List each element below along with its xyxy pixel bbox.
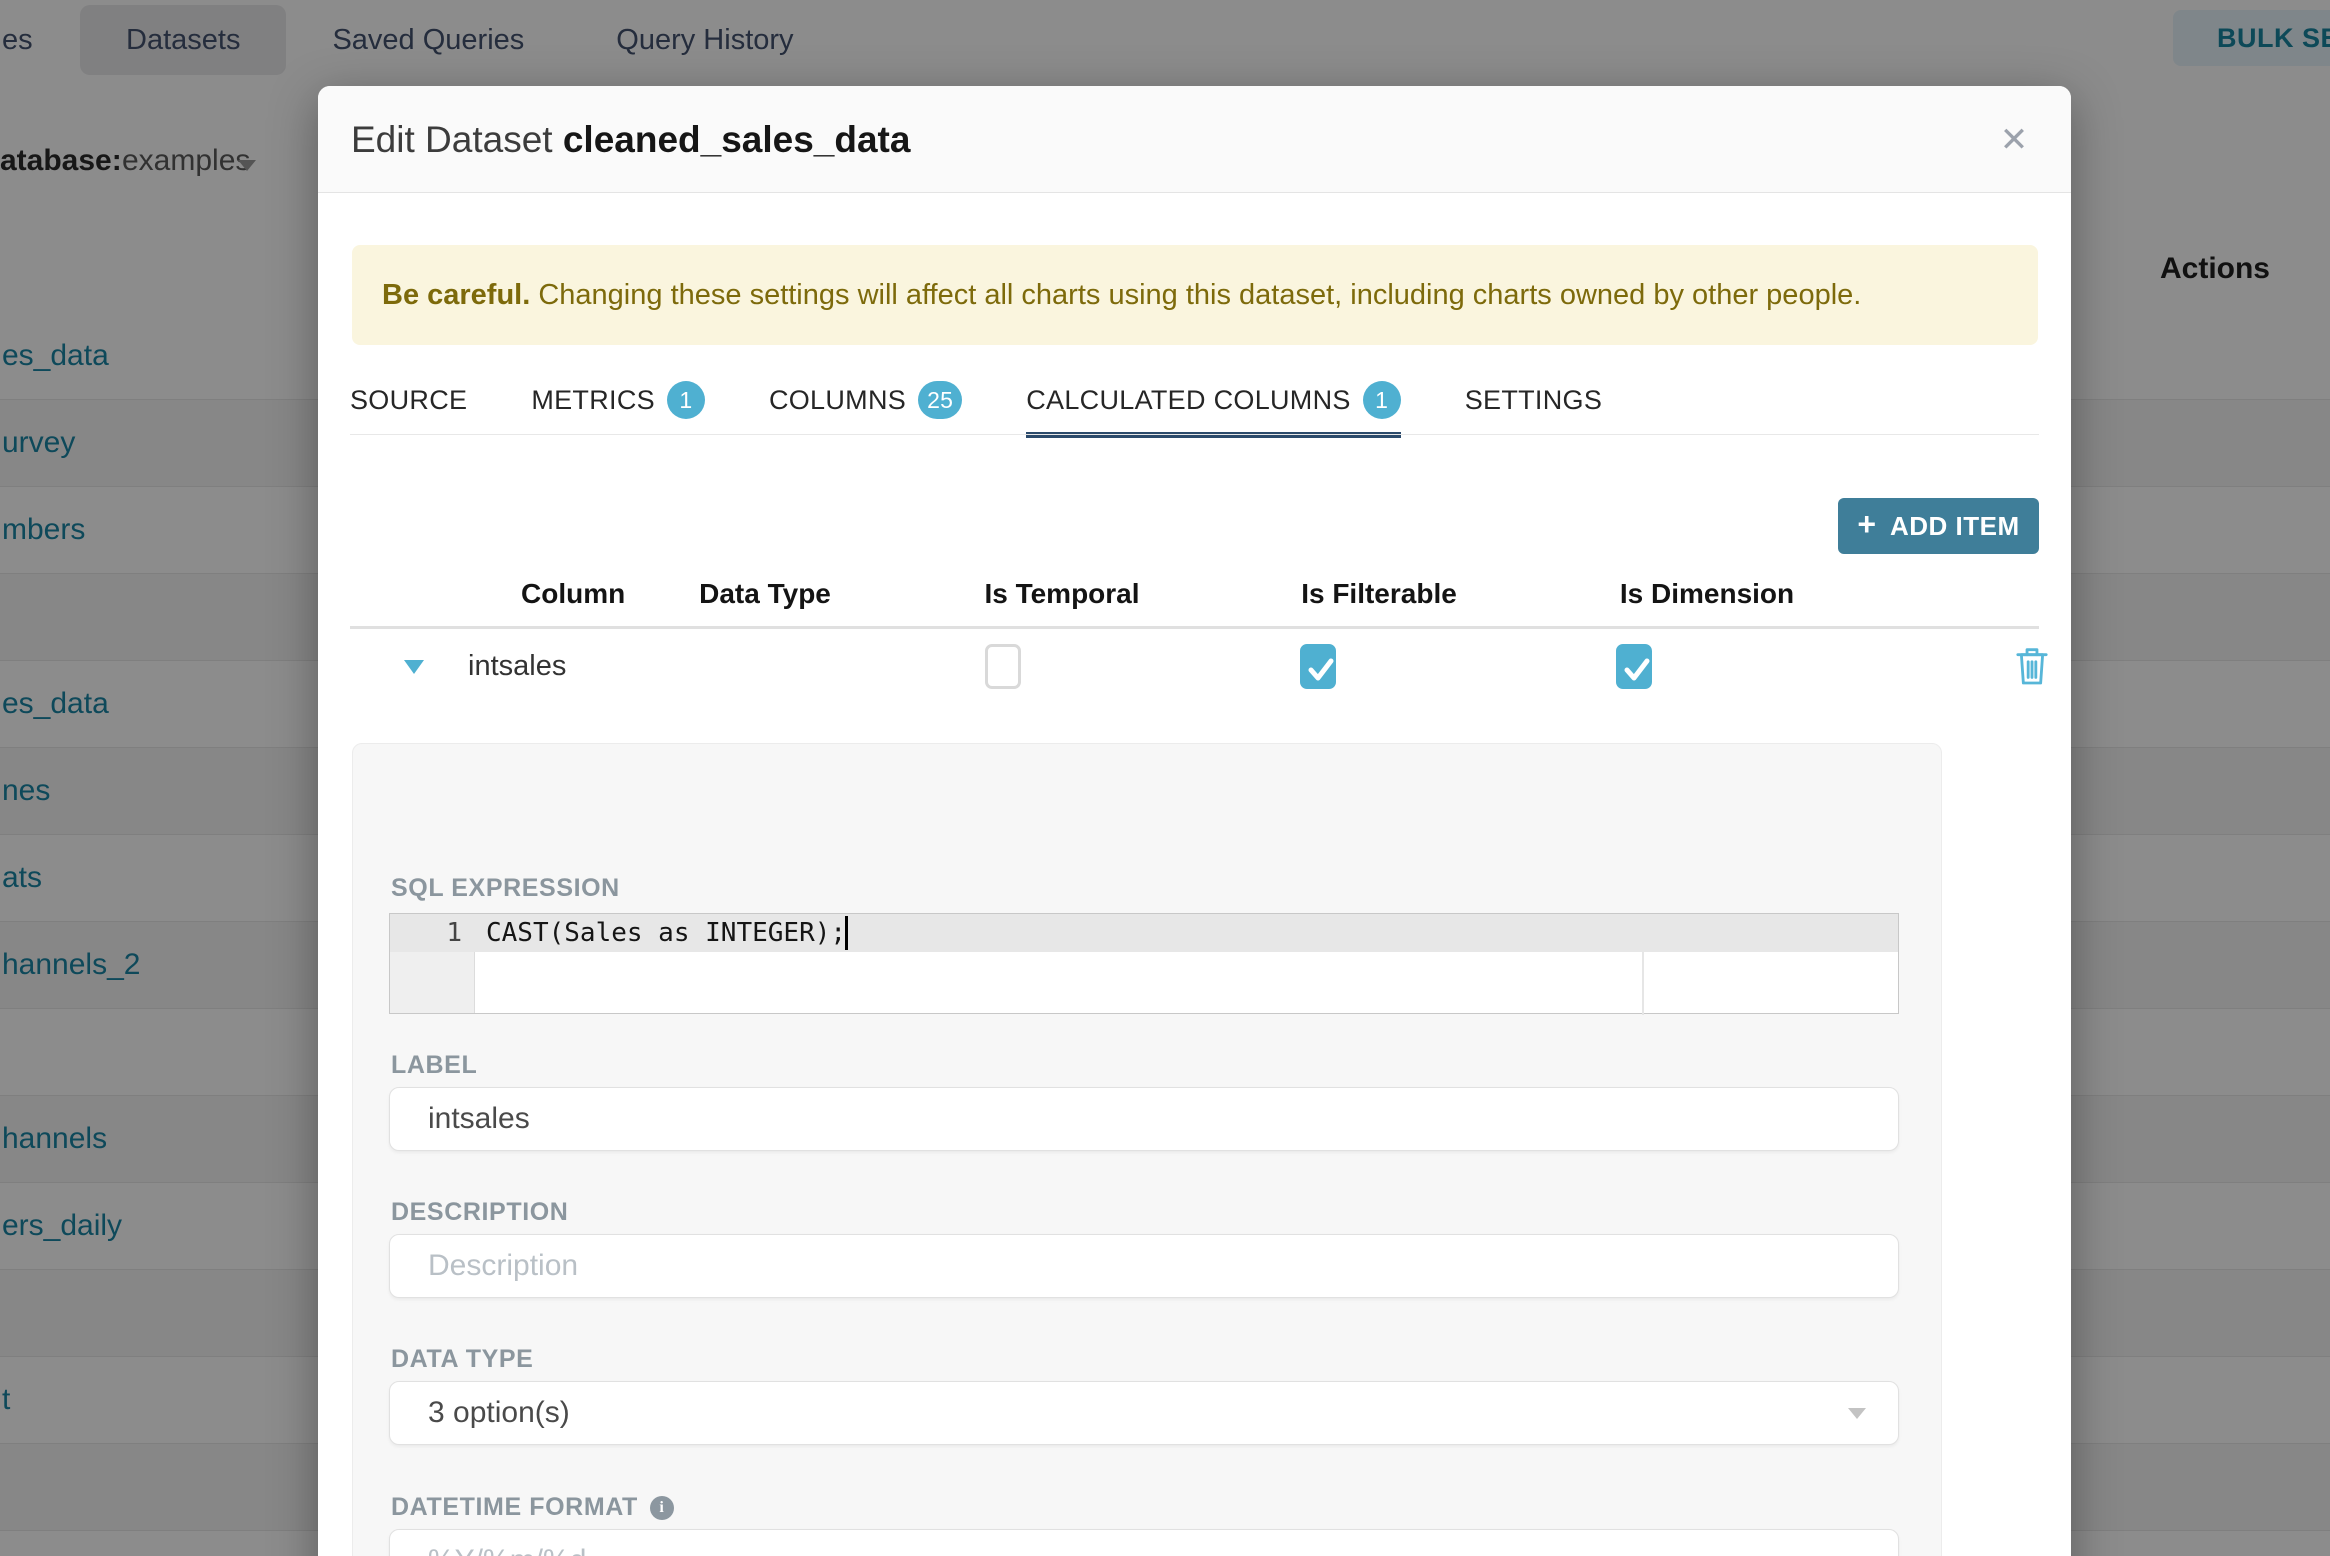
add-item-label: ADD ITEM [1890, 510, 2020, 541]
warning-bold-text: Be careful. [382, 279, 531, 311]
column-header-is-temporal: Is Temporal [984, 578, 1140, 609]
add-item-button[interactable]: + ADD ITEM [1838, 498, 2039, 554]
info-icon[interactable]: i [649, 1495, 674, 1520]
close-button[interactable]: ✕ [1986, 112, 2042, 168]
description-input[interactable] [389, 1234, 1899, 1298]
editor-cursor [845, 916, 848, 950]
tab-settings[interactable]: SETTINGS [1465, 370, 1602, 436]
tab-label: SETTINGS [1464, 384, 1603, 415]
screen: es Datasets Saved Queries Query History BU… [0, 0, 2330, 1556]
trash-icon [2016, 648, 2048, 685]
warning-banner: Be careful. Changing these settings will… [352, 245, 2038, 345]
tab-source[interactable]: SOURCE [350, 370, 467, 436]
modal-tab-bar: SOURCE METRICS 1 COLUMNS 25 CALCULATED COLUMN… [350, 370, 1602, 438]
edit-dataset-modal: Edit Dataset cleaned_sales_data ✕ Be car… [318, 86, 2071, 1556]
check-icon [1624, 658, 1650, 681]
column-header-data-type: Data Type [699, 578, 831, 609]
warning-text: Changing these settings will affect all … [530, 279, 1862, 311]
editor-line-number: 1 [446, 918, 462, 948]
tab-calculated-columns[interactable]: CALCULATED COLUMNS 1 [1026, 370, 1402, 438]
sql-expression-code: CAST(Sales as INTEGER); [486, 918, 847, 948]
editor-print-margin [1642, 952, 1644, 1015]
label-input[interactable] [389, 1087, 1899, 1151]
checkbox-is-filterable[interactable] [1300, 644, 1336, 689]
checkbox-is-dimension[interactable] [1616, 644, 1652, 689]
tab-metrics[interactable]: METRICS 1 [531, 370, 705, 436]
modal-header: Edit Dataset cleaned_sales_data ✕ [318, 86, 2071, 193]
tab-label: SOURCE [350, 384, 468, 415]
tab-bar-divider [350, 434, 2039, 435]
description-field-label: DESCRIPTION [391, 1198, 569, 1226]
table-header-border [350, 626, 2039, 629]
modal-title-prefix: Edit Dataset [351, 119, 563, 160]
chevron-down-icon [1848, 1408, 1866, 1419]
collapse-row-caret-icon[interactable] [404, 660, 424, 674]
label-field-label: LABEL [391, 1051, 478, 1079]
tab-count-badge: 1 [666, 381, 705, 419]
column-header-column: Column [521, 578, 626, 609]
column-header-is-dimension: Is Dimension [1619, 578, 1795, 609]
data-type-select[interactable]: 3 option(s) [389, 1381, 1899, 1445]
modal-title: Edit Dataset cleaned_sales_data [351, 119, 910, 161]
calculated-column-detail-panel: SQL EXPRESSION 1 CAST(Sales as INTEGER);… [352, 743, 1942, 1556]
sql-expression-editor[interactable]: 1 CAST(Sales as INTEGER); [389, 913, 1899, 1015]
sql-expression-label: SQL EXPRESSION [391, 874, 620, 902]
close-icon: ✕ [1999, 121, 2029, 159]
tab-count-badge: 1 [1362, 381, 1401, 419]
calculated-column-name: intsales [468, 650, 567, 682]
datetime-format-input[interactable] [389, 1529, 1899, 1556]
data-type-selected-value: 3 option(s) [428, 1396, 570, 1429]
tab-label: CALCULATED COLUMNS [1026, 384, 1351, 415]
tab-count-badge: 25 [918, 381, 963, 419]
modal-title-dataset-name: cleaned_sales_data [562, 119, 911, 160]
tab-label: METRICS [531, 384, 655, 415]
datetime-format-field-label: DATETIME FORMAT i [391, 1493, 674, 1522]
plus-icon: + [1857, 506, 1876, 542]
column-header-is-filterable: Is Filterable [1301, 578, 1457, 609]
check-icon [1308, 658, 1334, 681]
checkbox-is-temporal[interactable] [985, 644, 1021, 689]
datetime-format-label-text: DATETIME FORMAT [391, 1493, 638, 1521]
data-type-field-label: DATA TYPE [391, 1345, 534, 1373]
delete-row-button[interactable] [2012, 646, 2052, 688]
tab-label: COLUMNS [768, 384, 907, 415]
tab-columns[interactable]: COLUMNS 25 [768, 370, 963, 436]
